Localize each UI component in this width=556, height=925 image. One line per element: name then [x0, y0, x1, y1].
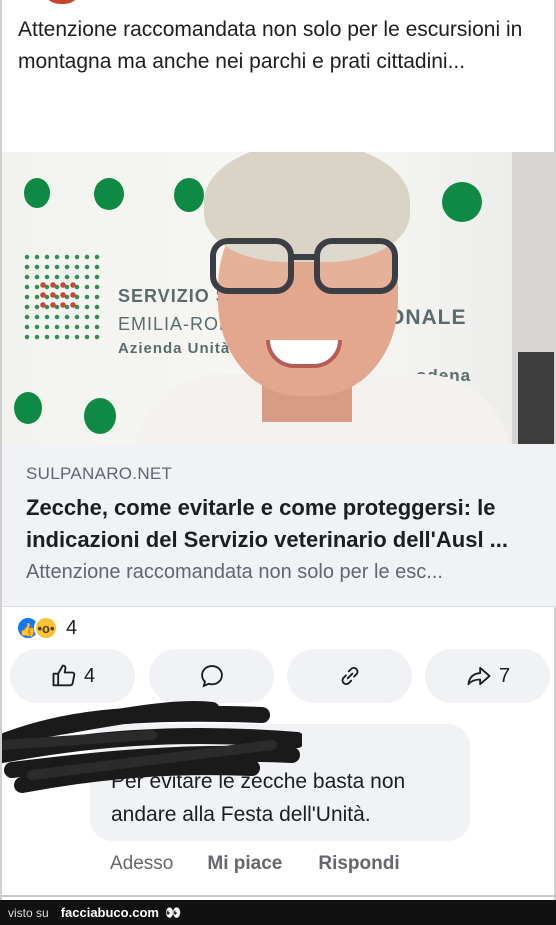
watermark-bar: visto su facciabuco.com 👀: [0, 900, 556, 925]
post-text: Attenzione raccomandata non solo per le …: [18, 18, 523, 73]
comment-meta: Adesso Mi piace Rispondi: [110, 853, 400, 875]
divider: [2, 895, 556, 897]
logo-dot-grid-red: [38, 280, 78, 310]
link-preview-card[interactable]: SERVIZIO S ONALE EMILIA-ROM Azienda Unit…: [2, 152, 556, 607]
wow-icon: •o•: [34, 616, 58, 640]
link-icon: [341, 667, 358, 685]
glasses-lens-right: [314, 238, 398, 294]
link-domain: SULPANARO.NET: [26, 464, 173, 483]
reaction-summary[interactable]: 👍 •o• 4: [16, 614, 77, 642]
glasses: [210, 238, 398, 296]
watermark-site[interactable]: facciabuco.com: [61, 905, 159, 920]
comment-time: Adesso: [110, 853, 174, 874]
sign-dot: [94, 178, 124, 210]
like-count: 4: [83, 664, 96, 687]
sign-dot: [84, 398, 116, 434]
glasses-bridge: [292, 254, 316, 260]
person-photo: [132, 152, 512, 444]
post-frame: Attenzione raccomandata non solo per le …: [0, 0, 556, 900]
comment-like-link[interactable]: Mi piace: [207, 853, 282, 875]
eyes-icon: 👀: [164, 904, 182, 920]
action-bar: 4 7: [10, 649, 552, 705]
glasses-lens-left: [210, 238, 294, 294]
comment-reply-link[interactable]: Rispondi: [318, 853, 399, 875]
sign-dot: [24, 178, 50, 208]
watermark-label: visto su: [8, 905, 49, 920]
link-title[interactable]: Zecche, come evitarle e come proteggersi…: [26, 492, 546, 556]
copy-link-button[interactable]: [287, 649, 412, 703]
background-equipment: [518, 352, 554, 444]
thumbs-up-icon: [52, 664, 76, 687]
redacted-author-scribble: [2, 701, 302, 793]
comment-bubble-icon: [200, 665, 223, 688]
avatar[interactable]: [42, 0, 82, 4]
reaction-count: 4: [66, 616, 78, 639]
sign-dot: [14, 392, 42, 424]
share-count: 7: [498, 664, 511, 687]
comment-button[interactable]: [149, 649, 274, 703]
share-button[interactable]: 7: [425, 649, 550, 703]
link-description: Attenzione raccomandata non solo per le …: [26, 561, 443, 583]
share-arrow-icon: [467, 666, 491, 686]
link-preview-image[interactable]: SERVIZIO S ONALE EMILIA-ROM Azienda Unit…: [2, 152, 556, 444]
like-button[interactable]: 4: [10, 649, 135, 703]
